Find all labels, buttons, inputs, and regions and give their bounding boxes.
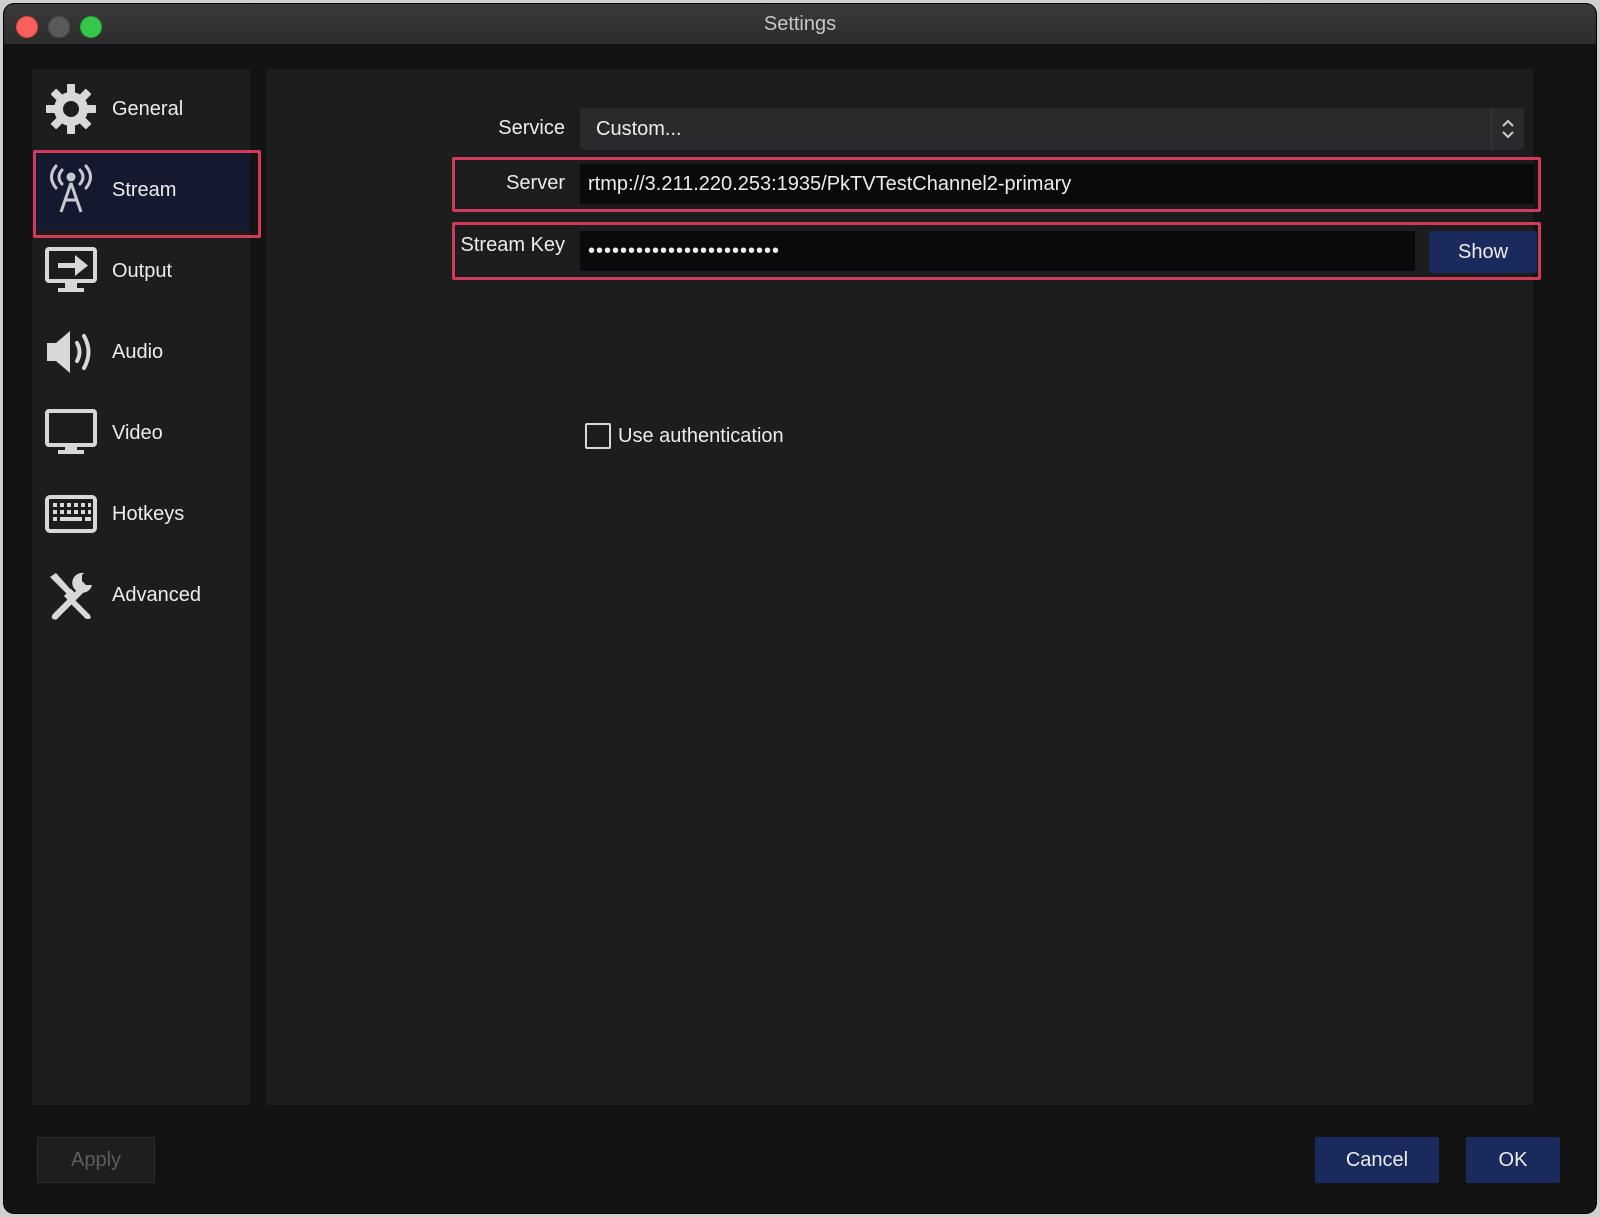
stream-key-label: Stream Key <box>460 234 565 256</box>
sidebar-item-label: Video <box>112 422 163 444</box>
sidebar-item-audio[interactable]: Audio <box>32 312 250 392</box>
server-label: Server <box>506 172 565 194</box>
apply-button[interactable]: Apply <box>37 1137 155 1183</box>
sidebar-item-label: Output <box>112 260 173 282</box>
sidebar-item-label: Stream <box>112 179 177 201</box>
cancel-button[interactable]: Cancel <box>1315 1137 1439 1183</box>
stream-key-input[interactable] <box>580 231 1415 271</box>
monitor-icon <box>45 409 97 454</box>
sidebar-item-output[interactable]: Output <box>32 231 250 311</box>
keyboard-icon <box>45 495 97 533</box>
use-authentication-label[interactable]: Use authentication <box>618 423 784 449</box>
sidebar-item-label: Audio <box>112 341 164 363</box>
select-arrows-icon <box>1491 108 1514 150</box>
sidebar-item-hotkeys[interactable]: Hotkeys <box>32 474 250 554</box>
speaker-icon <box>47 331 91 373</box>
service-label: Service <box>498 117 565 139</box>
sidebar-item-video[interactable]: Video <box>32 393 250 473</box>
title-bar: Settings <box>4 4 1596 45</box>
settings-sidebar: General Stream Output Audio Video Hotkey… <box>32 69 250 1105</box>
ok-button[interactable]: OK <box>1466 1137 1560 1183</box>
server-input[interactable] <box>580 164 1534 204</box>
tools-icon <box>50 572 92 620</box>
sidebar-item-label: General <box>112 98 184 120</box>
sidebar-item-label: Advanced <box>112 584 201 606</box>
sidebar-item-general[interactable]: General <box>32 69 250 149</box>
stream-settings-panel <box>266 69 1533 1105</box>
sidebar-item-label: Hotkeys <box>112 503 185 525</box>
output-monitor-icon <box>45 247 97 292</box>
service-select[interactable]: Custom... <box>580 108 1524 150</box>
broadcast-tower-icon <box>50 164 92 213</box>
sidebar-item-stream[interactable]: Stream <box>32 150 250 230</box>
use-authentication-checkbox[interactable] <box>585 423 611 449</box>
window-title: Settings <box>763 13 837 35</box>
show-stream-key-button[interactable]: Show <box>1429 231 1537 273</box>
gear-icon <box>46 84 96 134</box>
sidebar-item-advanced[interactable]: Advanced <box>32 555 250 635</box>
service-select-value: Custom... <box>596 118 682 140</box>
